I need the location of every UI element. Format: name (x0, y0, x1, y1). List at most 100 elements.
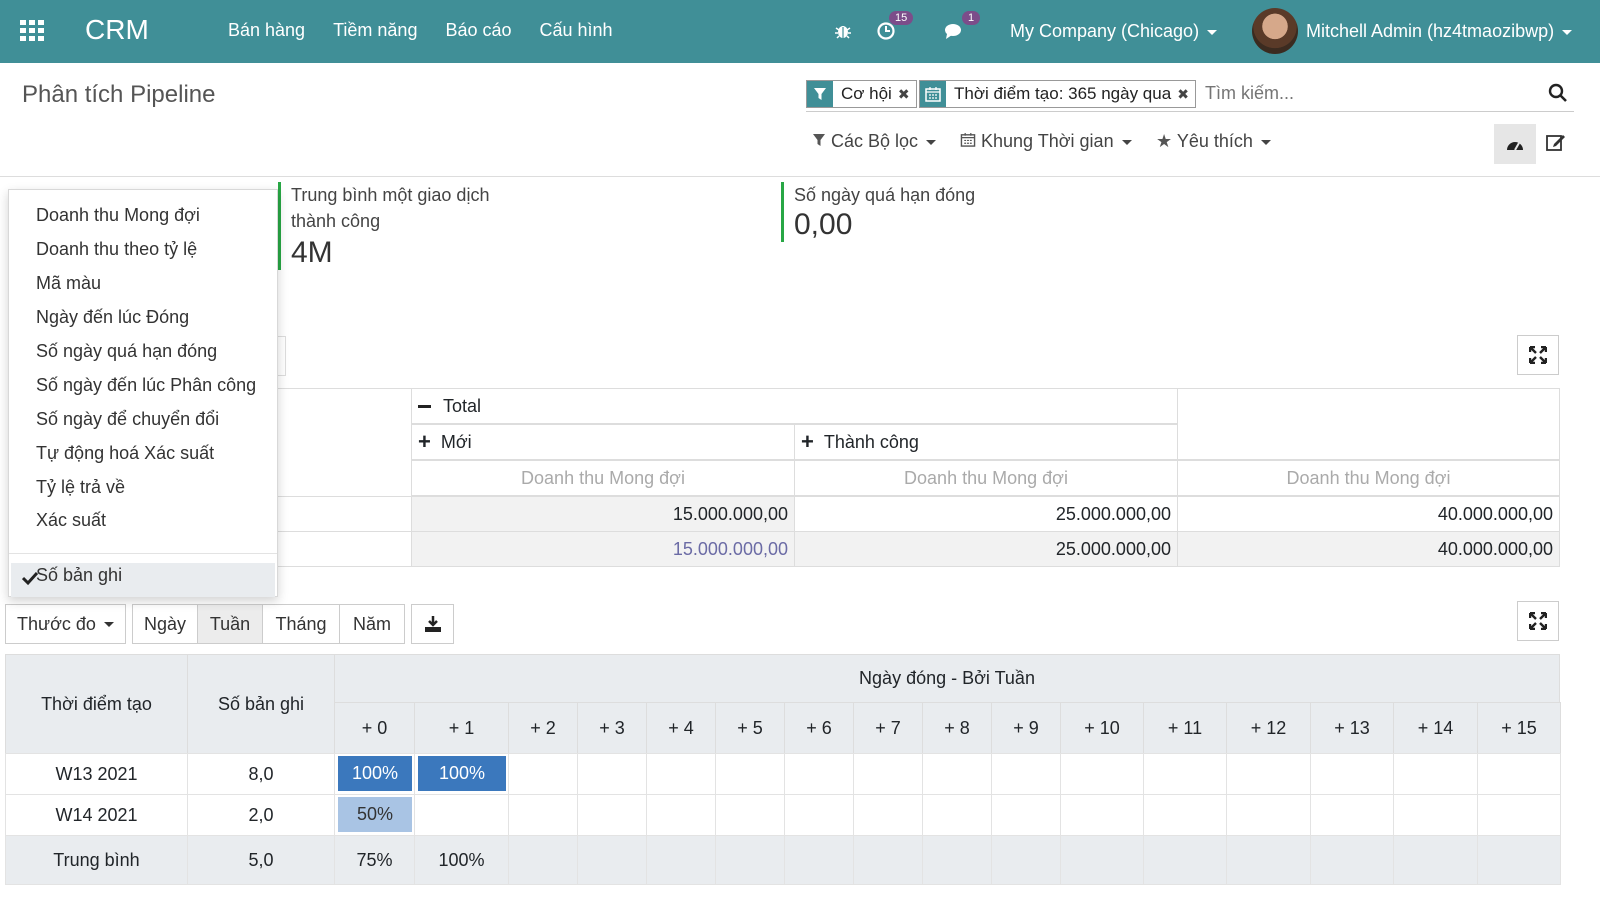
cohort-offset-header: + 15 (1477, 702, 1561, 754)
caret-down-icon (103, 621, 114, 627)
measure-option[interactable]: Xác suất (36, 510, 106, 531)
cohort-value-cell[interactable]: 100% (338, 756, 412, 791)
cohort-average-cell (1143, 835, 1227, 885)
cohort-offset-header: + 1 (414, 702, 509, 754)
measure-option[interactable]: Doanh thu Mong đợi (36, 205, 200, 226)
pivot-cell[interactable]: 40.000.000,00 (1177, 496, 1560, 532)
messages-chat-icon[interactable] (944, 22, 966, 40)
measure-option[interactable]: Tỷ lệ trả về (36, 477, 125, 498)
measures-dropdown-button[interactable]: Thước đo (5, 604, 126, 644)
caret-down-icon (1207, 29, 1218, 35)
cohort-average-cell (853, 835, 923, 885)
favorites-dropdown-toggle[interactable]: ★ Yêu thích (1156, 131, 1271, 152)
measure-option[interactable]: Ngày đến lúc Đóng (36, 307, 189, 328)
cohort-average-cell (784, 835, 854, 885)
pivot-header-won[interactable]: + Thành công (794, 424, 1178, 460)
top-navbar: CRM Bán hàng Tiềm năng Báo cáo Cấu hình … (0, 0, 1600, 63)
company-name: My Company (Chicago) (1010, 21, 1200, 41)
measure-option[interactable]: Doanh thu theo tỷ lệ (36, 239, 197, 260)
measure-option[interactable]: Tự động hoá Xác suất (36, 443, 214, 464)
dashboard-gauge-icon (1507, 142, 1523, 151)
user-menu[interactable]: Mitchell Admin (hz4tmaozibwp) (1306, 21, 1573, 42)
pivot-header-total[interactable]: Total (411, 388, 1178, 424)
cohort-average-cell (508, 835, 578, 885)
message-badge: 1 (962, 11, 981, 25)
pivot-cell[interactable]: 25.000.000,00 (794, 496, 1178, 532)
calendar-icon (960, 132, 976, 147)
cohort-cell (784, 753, 854, 795)
kpi-label: Trung bình một giao dịch (291, 185, 490, 205)
cohort-cell (715, 794, 785, 836)
favorites-label: Yêu thích (1176, 131, 1253, 151)
cohort-cell (1310, 794, 1394, 836)
pivot-row-header[interactable] (270, 496, 412, 532)
pivot-row-header[interactable] (270, 531, 412, 567)
cohort-value-cell[interactable]: 50% (338, 797, 412, 832)
search-facet-opportunity[interactable]: Cơ hội ✖ (806, 80, 917, 108)
cohort-cell (922, 753, 992, 795)
cohort-value-cell[interactable]: 100% (418, 756, 506, 791)
cohort-offset-header: + 11 (1143, 702, 1227, 754)
debug-bug-icon[interactable] (834, 22, 852, 40)
pivot-cell[interactable]: 15.000.000,00 (411, 531, 795, 567)
company-switcher[interactable]: My Company (Chicago) (1010, 21, 1218, 42)
cohort-cell (853, 794, 923, 836)
cohort-expand-button[interactable] (1517, 601, 1559, 641)
interval-day-button[interactable]: Ngày (132, 604, 198, 644)
kpi-days-overdue: Số ngày quá hạn đóng 0,00 (781, 182, 975, 242)
measure-option-record-count[interactable]: Số bản ghi (36, 565, 122, 586)
search-bar: Cơ hội ✖ Thời điểm tạo: 365 ngày qua ✖ (806, 80, 1574, 112)
pivot-expand-button[interactable] (1517, 335, 1559, 375)
page-title: Phân tích Pipeline (22, 81, 216, 108)
pivot-cell[interactable]: 40.000.000,00 (1177, 531, 1560, 567)
caret-down-icon (1121, 139, 1132, 145)
measures-dropdown-menu: Doanh thu Mong đợi Doanh thu theo tỷ lệ … (8, 189, 278, 597)
measure-option[interactable]: Số ngày để chuyển đổi (36, 409, 219, 430)
cohort-offset-header: + 8 (922, 702, 992, 754)
interval-month-button[interactable]: Tháng (262, 604, 340, 644)
search-icon[interactable] (1548, 83, 1568, 103)
search-facet-created-date[interactable]: Thời điểm tạo: 365 ngày qua ✖ (919, 80, 1196, 108)
timeframe-dropdown-toggle[interactable]: Khung Thời gian (960, 131, 1132, 152)
cohort-average-cell: 100% (414, 835, 509, 885)
cohort-cell (1060, 753, 1144, 795)
interval-year-button[interactable]: Năm (339, 604, 405, 644)
cohort-average-cell (1060, 835, 1144, 885)
measure-option[interactable]: Số ngày đến lúc Phân công (36, 375, 256, 396)
cohort-cell (1477, 753, 1561, 795)
cohort-cell (577, 794, 647, 836)
remove-facet-icon[interactable]: ✖ (1177, 86, 1195, 103)
cohort-average-cell (577, 835, 647, 885)
pivot-header-total-label: Total (443, 395, 482, 416)
interval-week-button[interactable]: Tuần (197, 604, 263, 644)
pivot-measure-header[interactable]: Doanh thu Mong đợi (1177, 460, 1560, 496)
pivot-measure-header[interactable]: Doanh thu Mong đợi (411, 460, 795, 496)
kpi-label: Số ngày quá hạn đóng (794, 185, 976, 205)
calendar-icon (920, 81, 946, 107)
user-avatar[interactable] (1252, 8, 1298, 54)
collapse-minus-icon (418, 404, 431, 408)
dashboard-view-button[interactable] (1494, 124, 1536, 164)
cohort-offset-header: + 5 (715, 702, 785, 754)
measure-option[interactable]: Số ngày quá hạn đóng (36, 341, 217, 362)
pivot-cell[interactable]: 25.000.000,00 (794, 531, 1178, 567)
remove-facet-icon[interactable]: ✖ (898, 86, 916, 103)
kpi-label: thành công (291, 211, 381, 231)
search-input[interactable] (1205, 83, 1525, 104)
pivot-measure-header[interactable]: Doanh thu Mong đợi (794, 460, 1178, 496)
cohort-average-cell (922, 835, 992, 885)
cohort-row-count: 2,0 (187, 794, 335, 836)
download-button[interactable] (411, 604, 454, 644)
user-name: Mitchell Admin (hz4tmaozibwp) (1306, 21, 1555, 41)
cohort-cell (646, 753, 716, 795)
measure-option[interactable]: Mã màu (36, 273, 101, 294)
cohort-offset-header: + 0 (334, 702, 415, 754)
edit-icon[interactable] (1545, 131, 1567, 153)
cohort-cell (1310, 753, 1394, 795)
cohort-cell (1143, 794, 1227, 836)
filters-dropdown-toggle[interactable]: Các Bộ lọc (812, 131, 937, 152)
pivot-header-new[interactable]: + Mới (411, 424, 795, 460)
cohort-cell (508, 753, 578, 795)
cohort-offset-header: + 7 (853, 702, 923, 754)
pivot-cell[interactable]: 15.000.000,00 (411, 496, 795, 532)
